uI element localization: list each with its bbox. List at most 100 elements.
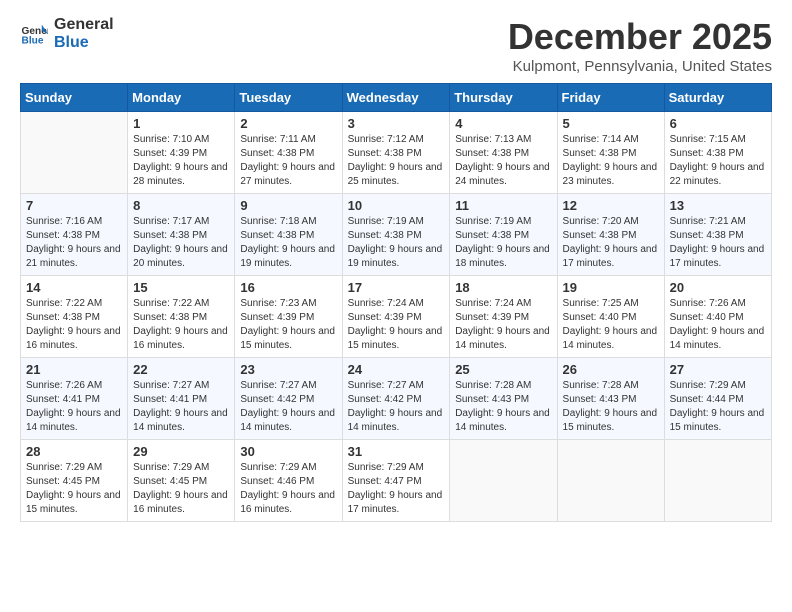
sunrise-text: Sunrise: 7:24 AM [348,298,424,309]
day-number: 24 [348,362,445,377]
sunset-text: Sunset: 4:43 PM [563,394,637,405]
day-number: 25 [455,362,551,377]
calendar-cell: 3Sunrise: 7:12 AMSunset: 4:38 PMDaylight… [342,112,450,194]
daylight-text: Daylight: 9 hours and 14 minutes. [455,326,550,351]
day-info: Sunrise: 7:13 AM Sunset: 4:38 PM Daylight:… [455,133,551,189]
daylight-text: Daylight: 9 hours and 14 minutes. [133,408,228,433]
daylight-text: Daylight: 9 hours and 24 minutes. [455,162,550,187]
calendar-week-row: 21Sunrise: 7:26 AMSunset: 4:41 PMDayligh… [21,358,772,440]
day-number: 1 [133,116,229,131]
sunset-text: Sunset: 4:38 PM [455,148,529,159]
daylight-text: Daylight: 9 hours and 17 minutes. [563,244,658,269]
day-number: 29 [133,444,229,459]
daylight-text: Daylight: 9 hours and 15 minutes. [670,408,765,433]
sunset-text: Sunset: 4:38 PM [563,148,637,159]
day-info: Sunrise: 7:26 AMSunset: 4:41 PMDaylight:… [26,379,122,435]
day-info: Sunrise: 7:29 AM Sunset: 4:44 PM Daylight:… [670,379,766,435]
page-header: General Blue General Blue December 2025 … [20,16,772,75]
calendar-cell: 30Sunrise: 7:29 AMSunset: 4:46 PMDayligh… [235,440,342,522]
day-info: Sunrise: 7:12 AMSunset: 4:38 PMDaylight:… [348,133,445,189]
day-info: Sunrise: 7:16 AMSunset: 4:38 PMDaylight:… [26,215,122,271]
day-info: Sunrise: 7:28 AMSunset: 4:43 PMDaylight:… [563,379,659,435]
sunrise-text: Sunrise: 7:28 AM [563,380,639,391]
day-number: 15 [133,280,229,295]
daylight-text: Daylight: 9 hours and 18 minutes. [455,244,550,269]
sunrise-text: Sunrise: 7:13 AM [455,134,531,145]
day-number: 13 [670,198,766,213]
sunrise-text: Sunrise: 7:26 AM [26,380,102,391]
calendar-cell: 14Sunrise: 7:22 AMSunset: 4:38 PMDayligh… [21,276,128,358]
calendar-cell: 18Sunrise: 7:24 AMSunset: 4:39 PMDayligh… [450,276,557,358]
day-number: 18 [455,280,551,295]
day-info: Sunrise: 7:14 AMSunset: 4:38 PMDaylight:… [563,133,659,189]
sunset-text: Sunset: 4:38 PM [455,230,529,241]
day-number: 2 [240,116,336,131]
sunset-text: Sunset: 4:41 PM [133,394,207,405]
day-info: Sunrise: 7:22 AMSunset: 4:38 PMDaylight:… [26,297,122,353]
sunset-text: Sunset: 4:38 PM [670,148,744,159]
calendar-cell: 17Sunrise: 7:24 AMSunset: 4:39 PMDayligh… [342,276,450,358]
daylight-text: Daylight: 9 hours and 14 minutes. [348,408,443,433]
sunset-text: Sunset: 4:45 PM [26,476,100,487]
calendar-cell: 5Sunrise: 7:14 AMSunset: 4:38 PMDaylight… [557,112,664,194]
day-info: Sunrise: 7:10 AMSunset: 4:39 PMDaylight:… [133,133,229,189]
sunrise-text: Sunrise: 7:21 AM [670,216,746,227]
calendar-cell: 12Sunrise: 7:20 AMSunset: 4:38 PMDayligh… [557,194,664,276]
sunrise-text: Sunrise: 7:22 AM [26,298,102,309]
daylight-text: Daylight: 9 hours and 22 minutes. [670,162,765,187]
daylight-text: Daylight: 9 hours and 21 minutes. [26,244,121,269]
daylight-text: Daylight: 9 hours and 19 minutes. [348,244,443,269]
sunset-text: Sunset: 4:42 PM [240,394,314,405]
calendar-cell: 16Sunrise: 7:23 AMSunset: 4:39 PMDayligh… [235,276,342,358]
weekday-header-wednesday: Wednesday [342,84,450,112]
day-info: Sunrise: 7:23 AMSunset: 4:39 PMDaylight:… [240,297,336,353]
day-number: 17 [348,280,445,295]
sunrise-text: Sunrise: 7:27 AM [240,380,316,391]
calendar-cell: 7Sunrise: 7:16 AMSunset: 4:38 PMDaylight… [21,194,128,276]
sunset-text: Sunset: 4:39 PM [240,312,314,323]
sunset-text: Sunset: 4:38 PM [26,230,100,241]
day-number: 19 [563,280,659,295]
calendar-cell: 26Sunrise: 7:28 AMSunset: 4:43 PMDayligh… [557,358,664,440]
calendar-cell: 19Sunrise: 7:25 AMSunset: 4:40 PMDayligh… [557,276,664,358]
calendar-cell: 4Sunrise: 7:13 AMSunset: 4:38 PMDaylight… [450,112,557,194]
sunrise-text: Sunrise: 7:19 AM [348,216,424,227]
sunset-text: Sunset: 4:44 PM [670,394,744,405]
sunrise-text: Sunrise: 7:29 AM [670,380,746,391]
sunset-text: Sunset: 4:38 PM [563,230,637,241]
sunrise-text: Sunrise: 7:25 AM [563,298,639,309]
sunrise-text: Sunrise: 7:29 AM [26,462,102,473]
location-subtitle: Kulpmont, Pennsylvania, United States [508,58,772,75]
calendar-cell: 11Sunrise: 7:19 AMSunset: 4:38 PMDayligh… [450,194,557,276]
daylight-text: Daylight: 9 hours and 19 minutes. [240,244,335,269]
calendar-cell [21,112,128,194]
day-number: 23 [240,362,336,377]
calendar-cell: 20Sunrise: 7:26 AMSunset: 4:40 PMDayligh… [664,276,771,358]
calendar-cell: 8Sunrise: 7:17 AMSunset: 4:38 PMDaylight… [128,194,235,276]
sunset-text: Sunset: 4:38 PM [240,148,314,159]
day-number: 31 [348,444,445,459]
day-number: 28 [26,444,122,459]
daylight-text: Daylight: 9 hours and 20 minutes. [133,244,228,269]
sunrise-text: Sunrise: 7:26 AM [670,298,746,309]
sunrise-text: Sunrise: 7:11 AM [240,134,315,145]
sunset-text: Sunset: 4:38 PM [348,230,422,241]
day-info: Sunrise: 7:25 AMSunset: 4:40 PMDaylight:… [563,297,659,353]
weekday-header-monday: Monday [128,84,235,112]
sunset-text: Sunset: 4:38 PM [348,148,422,159]
sunrise-text: Sunrise: 7:29 AM [348,462,424,473]
day-number: 8 [133,198,229,213]
calendar-cell [450,440,557,522]
calendar-cell [557,440,664,522]
weekday-header-saturday: Saturday [664,84,771,112]
weekday-header-thursday: Thursday [450,84,557,112]
day-info: Sunrise: 7:27 AMSunset: 4:42 PMDaylight:… [240,379,336,435]
calendar-cell: 29Sunrise: 7:29 AMSunset: 4:45 PMDayligh… [128,440,235,522]
sunset-text: Sunset: 4:39 PM [455,312,529,323]
sunset-text: Sunset: 4:43 PM [455,394,529,405]
day-info: Sunrise: 7:20 AMSunset: 4:38 PMDaylight:… [563,215,659,271]
sunset-text: Sunset: 4:40 PM [563,312,637,323]
svg-text:Blue: Blue [22,36,44,47]
calendar-cell [664,440,771,522]
sunset-text: Sunset: 4:47 PM [348,476,422,487]
